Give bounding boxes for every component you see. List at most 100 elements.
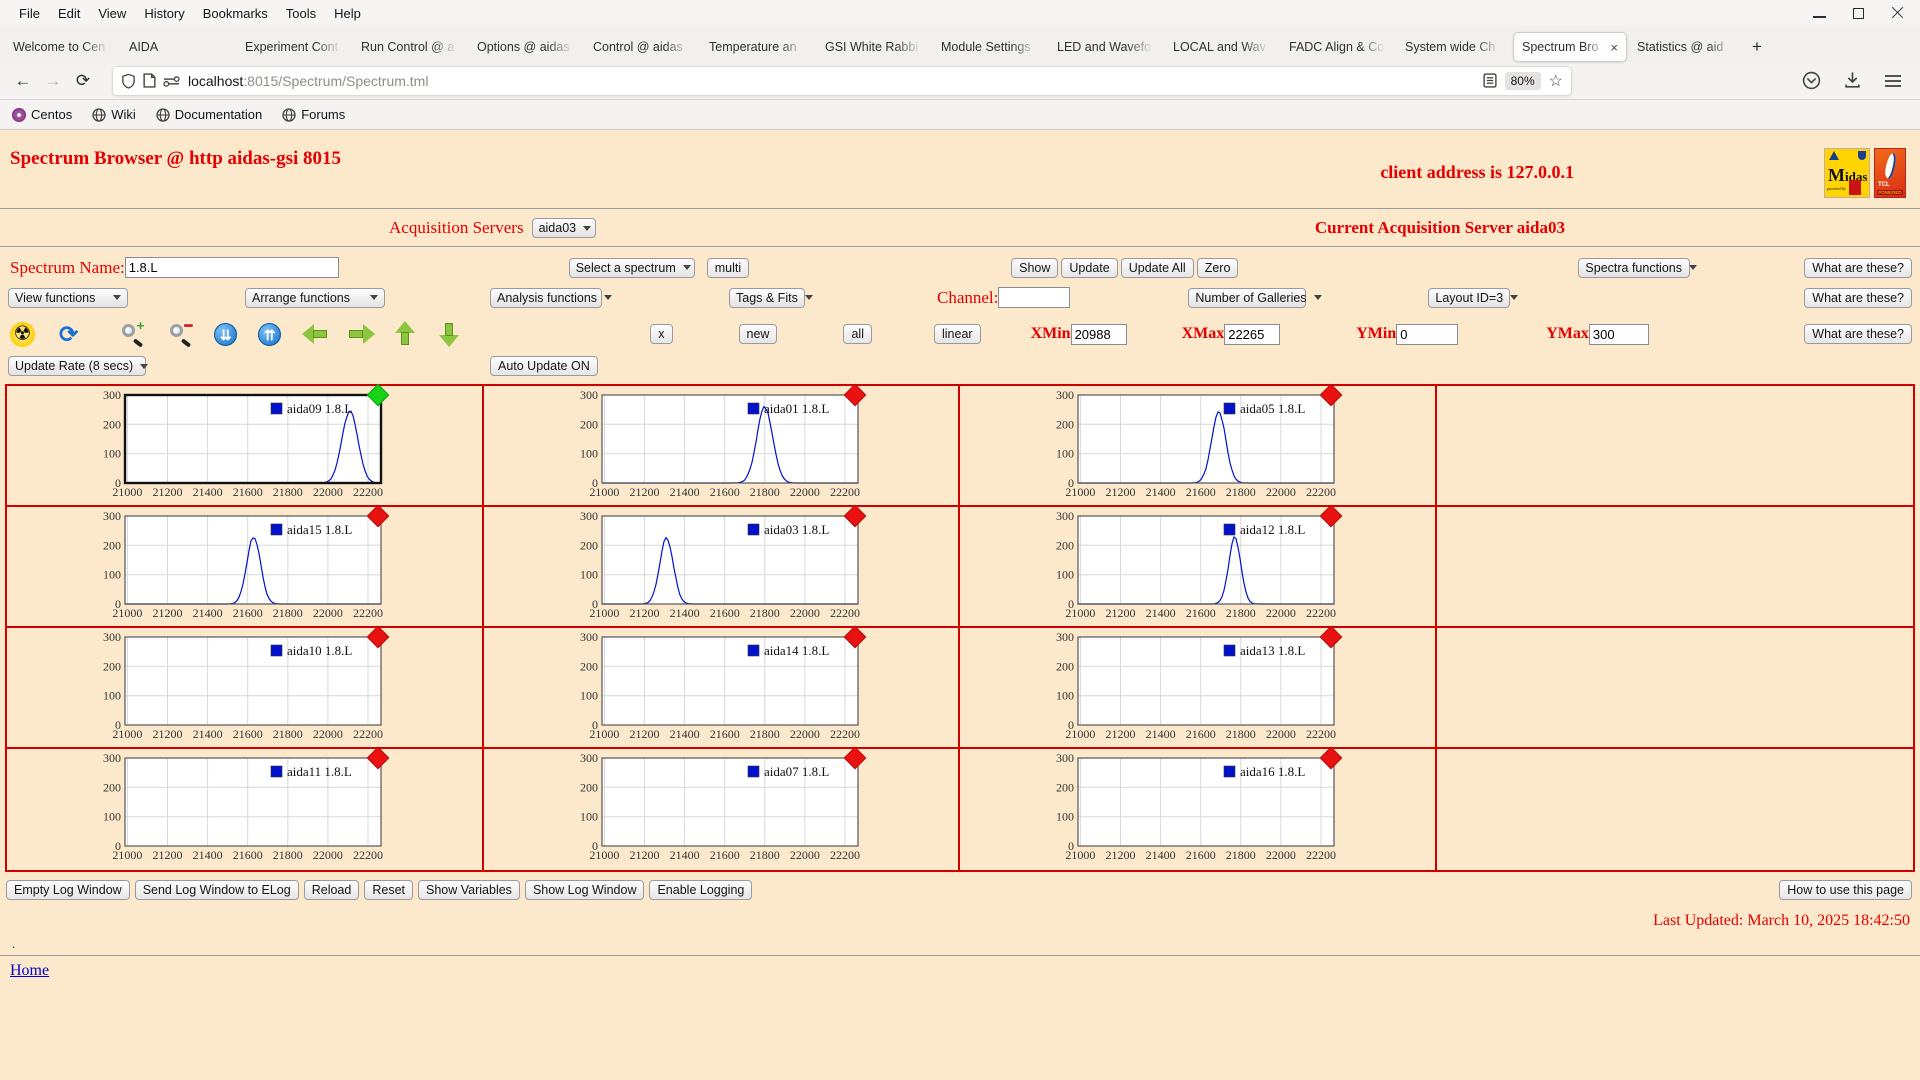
minimize-icon[interactable] — [1813, 7, 1826, 20]
spectrum-panel-aida13[interactable]: 0 100 200 300 21000 21200 21400 21600 21800 22000… — [960, 625, 1437, 749]
spectrum-panel-aida07[interactable]: 0 100 200 300 21000 21200 21400 21600 21800 22000… — [484, 746, 960, 870]
tab-statistics-aid[interactable]: Statistics @ aid — [1629, 32, 1743, 62]
reader-mode-icon[interactable] — [1483, 73, 1497, 88]
tab-control-aidas[interactable]: Control @ aidas — [585, 32, 699, 62]
multi-button[interactable]: multi — [706, 257, 750, 278]
tab-temperature-an[interactable]: Temperature an — [701, 32, 815, 62]
close-icon[interactable] — [1891, 7, 1904, 20]
update-rate-dropdown[interactable]: Update Rate (8 secs) — [8, 356, 149, 376]
what-are-these-button[interactable]: What are these? — [1804, 287, 1912, 308]
tab-welcome-to-cen[interactable]: Welcome to Cen — [5, 32, 119, 62]
analysis-functions-dropdown[interactable]: Analysis functions — [490, 287, 613, 308]
spectrum-panel-aida10[interactable]: 0 100 200 300 21000 21200 21400 21600 21800 22000… — [7, 625, 484, 749]
tab-local-and-wav[interactable]: LOCAL and Wav — [1165, 32, 1279, 62]
update-button[interactable]: Update — [1061, 257, 1118, 278]
tab-fadc-align-co[interactable]: FADC Align & Co — [1281, 32, 1395, 62]
spectrum-panel-aida15[interactable]: 0 100 200 300 21000 21200 21400 21600 21800 22000… — [7, 504, 484, 628]
arrow-left-icon[interactable] — [302, 323, 330, 345]
spectrum-panel-aida12[interactable]: 0 100 200 300 21000 21200 21400 21600 21800 22000… — [960, 504, 1437, 628]
download-icon[interactable] — [1843, 71, 1862, 90]
menu-help[interactable]: Help — [325, 6, 370, 21]
tab-module-settings[interactable]: Module Settings — [933, 32, 1047, 62]
what-are-these-button[interactable]: What are these? — [1804, 257, 1912, 278]
expand-vertical-icon[interactable]: ⇈ — [258, 322, 282, 346]
page-icon[interactable] — [143, 73, 156, 88]
tags-fits-dropdown[interactable]: Tags & Fits — [729, 287, 813, 308]
spectra-functions-dropdown[interactable]: Spectra functions — [1578, 257, 1697, 278]
ymax-input[interactable] — [1588, 323, 1649, 345]
spectrum-panel-aida14[interactable]: 0 100 200 300 21000 21200 21400 21600 21800 22000… — [483, 625, 960, 749]
tab-run-control-a[interactable]: Run Control @ a — [353, 32, 467, 62]
enable-logging-button[interactable]: Enable Logging — [649, 880, 753, 900]
tab-close-icon[interactable]: × — [1610, 40, 1618, 55]
spectrum-panel-aida03[interactable]: 0 100 200 300 21000 21200 21400 21600 21800 22000… — [483, 504, 960, 628]
arrow-down-icon[interactable] — [438, 321, 460, 347]
linear-button[interactable]: linear — [933, 324, 981, 344]
reset-button[interactable]: Reset — [364, 880, 413, 900]
menu-file[interactable]: File — [10, 6, 49, 21]
spectrum-name-input[interactable] — [124, 257, 339, 278]
forward-icon[interactable]: → — [38, 67, 68, 95]
shield-icon[interactable] — [121, 73, 136, 89]
bookmark-centos[interactable]: Centos — [12, 107, 72, 122]
acquisition-server-select[interactable]: aida03 — [531, 218, 596, 238]
spectrum-panel-aida01[interactable]: 0 100 200 300 21000 21200 21400 21600 21800 22000… — [483, 383, 960, 507]
menu-view[interactable]: View — [89, 6, 135, 21]
menu-tools[interactable]: Tools — [277, 6, 325, 21]
tab-gsi-white-rabbi[interactable]: GSI White Rabbi — [817, 32, 931, 62]
collapse-vertical-icon[interactable]: ⇊ — [214, 322, 238, 346]
send-log-window-to-elog-button[interactable]: Send Log Window to ELog — [134, 880, 299, 900]
spectrum-panel-aida16[interactable]: 0 100 200 300 21000 21200 21400 21600 21800 22000… — [960, 746, 1437, 870]
https-toggle-icon[interactable] — [163, 75, 180, 87]
xmin-input[interactable] — [1070, 323, 1127, 345]
show-button[interactable]: Show — [1011, 257, 1059, 278]
back-icon[interactable]: ← — [8, 67, 38, 95]
update-all-button[interactable]: Update All — [1120, 257, 1194, 278]
empty-log-window-button[interactable]: Empty Log Window — [6, 880, 130, 900]
zoom-in-icon[interactable]: + — [120, 318, 146, 348]
url-text[interactable]: localhost:8015/Spectrum/Spectrum.tml — [188, 73, 1477, 89]
tab-experiment-cont[interactable]: Experiment Cont — [237, 32, 351, 62]
spectrum-panel-aida09[interactable]: 0 100 200 300 21000 21200 21400 21600 21800 22000… — [7, 383, 484, 507]
arrange-functions-dropdown[interactable]: Arrange functions — [245, 287, 385, 308]
bookmark-star-icon[interactable]: ☆ — [1549, 71, 1563, 91]
home-link[interactable]: Home — [10, 962, 49, 980]
bookmark-wiki[interactable]: Wiki — [92, 107, 136, 122]
show-log-window-button[interactable]: Show Log Window — [524, 880, 645, 900]
tab-led-and-wavefo[interactable]: LED and Wavefo — [1049, 32, 1163, 62]
x-button[interactable]: x — [650, 324, 673, 344]
new-button[interactable]: new — [738, 324, 778, 344]
pocket-icon[interactable] — [1802, 71, 1821, 90]
arrow-up-icon[interactable] — [394, 321, 416, 347]
auto-update-button[interactable]: Auto Update ON — [490, 356, 598, 376]
tab-spectrum-bro[interactable]: Spectrum Bro × — [1513, 32, 1627, 62]
url-bar[interactable]: localhost:8015/Spectrum/Spectrum.tml 80%… — [112, 65, 1572, 96]
xmax-input[interactable] — [1224, 323, 1281, 345]
show-variables-button[interactable]: Show Variables — [418, 880, 520, 900]
tab-system-wide-ch[interactable]: System wide Ch — [1397, 32, 1511, 62]
select-spectrum-dropdown[interactable]: Select a spectrum — [568, 257, 695, 278]
view-functions-dropdown[interactable]: View functions — [8, 287, 128, 308]
reload-icon[interactable]: ⟳ — [68, 67, 98, 95]
menu-bookmarks[interactable]: Bookmarks — [194, 6, 277, 21]
maximize-icon[interactable] — [1852, 7, 1865, 20]
bookmark-documentation[interactable]: Documentation — [156, 107, 262, 122]
number-of-galleries-dropdown[interactable]: Number of Galleries — [1188, 287, 1322, 308]
all-button[interactable]: all — [843, 324, 872, 344]
how-to-use-button[interactable]: How to use this page — [1779, 880, 1912, 900]
bookmark-forums[interactable]: Forums — [282, 107, 345, 122]
ymin-input[interactable] — [1396, 323, 1459, 345]
new-tab-button[interactable]: + — [1744, 34, 1770, 60]
spectrum-panel-aida05[interactable]: 0 100 200 300 21000 21200 21400 21600 21800 22000… — [960, 383, 1437, 507]
arrow-right-icon[interactable] — [347, 323, 376, 345]
reload-button[interactable]: Reload — [303, 880, 360, 900]
layout-id-dropdown[interactable]: Layout ID=3 — [1428, 287, 1519, 308]
menu-edit[interactable]: Edit — [49, 6, 89, 21]
menu-hamburger-icon[interactable] — [1884, 73, 1902, 89]
menu-history[interactable]: History — [135, 6, 193, 21]
tab-aida[interactable]: AIDA — [121, 32, 235, 62]
tab-options-aidas[interactable]: Options @ aidas — [469, 32, 583, 62]
spectrum-panel-aida11[interactable]: 0 100 200 300 21000 21200 21400 21600 21800 22000… — [7, 746, 484, 870]
zoom-out-icon[interactable]: ━ — [168, 318, 194, 348]
refresh-icon[interactable]: ⟳ — [59, 321, 78, 348]
